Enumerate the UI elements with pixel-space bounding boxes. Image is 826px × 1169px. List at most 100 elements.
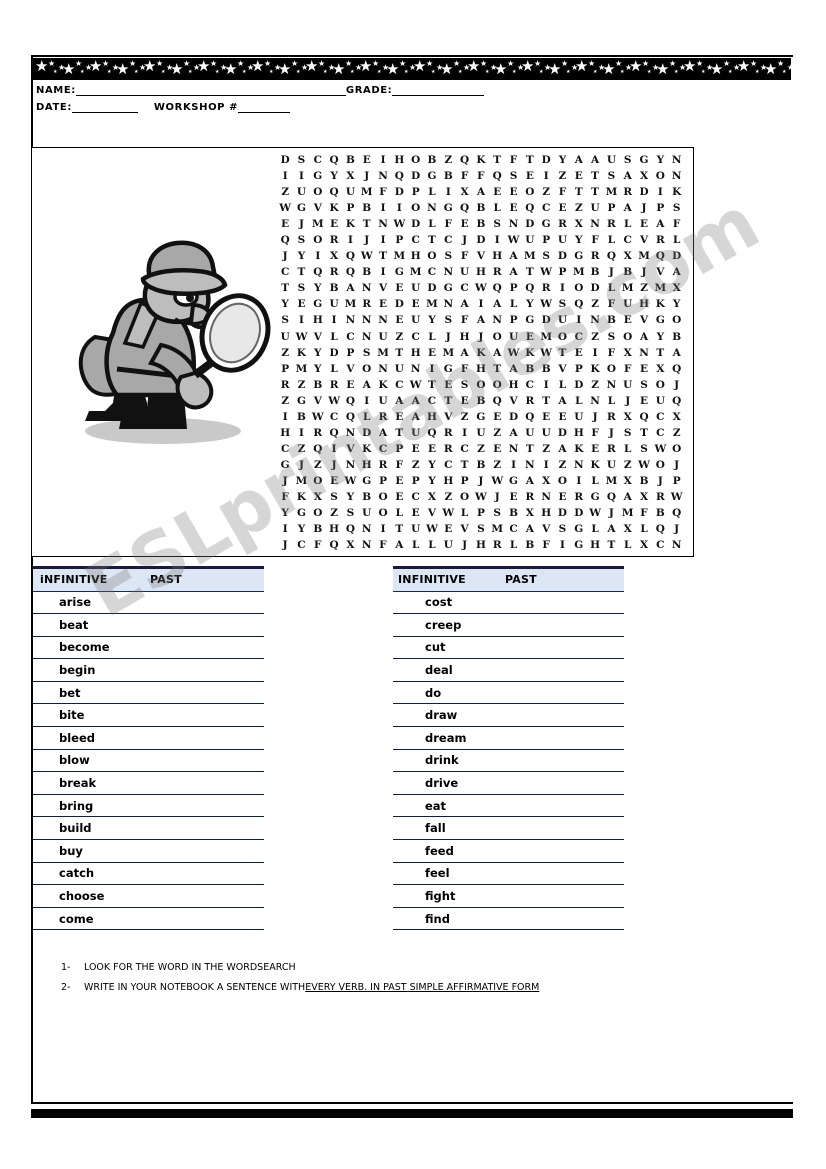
wordsearch-letter[interactable]: T	[391, 521, 407, 537]
wordsearch-letter[interactable]: Y	[571, 232, 587, 248]
wordsearch-letter[interactable]: T	[652, 345, 668, 361]
wordsearch-letter[interactable]: L	[424, 184, 440, 200]
wordsearch-letter[interactable]: V	[310, 329, 326, 345]
wordsearch-letter[interactable]: F	[603, 345, 619, 361]
wordsearch-letter[interactable]: A	[408, 409, 424, 425]
wordsearch-letter[interactable]: I	[375, 200, 391, 216]
wordsearch-letter[interactable]: D	[391, 296, 407, 312]
wordsearch-letter[interactable]: L	[326, 361, 342, 377]
wordsearch-letter[interactable]: J	[603, 505, 619, 521]
wordsearch-letter[interactable]: F	[603, 296, 619, 312]
wordsearch-letter[interactable]: A	[359, 377, 375, 393]
wordsearch-letter[interactable]: T	[391, 345, 407, 361]
wordsearch-letter[interactable]: M	[391, 248, 407, 264]
wordsearch-letter[interactable]: U	[554, 312, 570, 328]
wordsearch-letter[interactable]: I	[538, 377, 554, 393]
wordsearch-letter[interactable]: Y	[293, 248, 309, 264]
wordsearch-letter[interactable]: R	[652, 489, 668, 505]
wordsearch-letter[interactable]: E	[440, 521, 456, 537]
wordsearch-letter[interactable]: T	[359, 216, 375, 232]
wordsearch-letter[interactable]: A	[603, 521, 619, 537]
wordsearch-letter[interactable]: M	[652, 280, 668, 296]
wordsearch-letter[interactable]: E	[636, 361, 652, 377]
wordsearch-letter[interactable]: N	[587, 312, 603, 328]
wordsearch-letter[interactable]: U	[391, 361, 407, 377]
wordsearch-letter[interactable]: S	[620, 152, 636, 168]
wordsearch-letter[interactable]: X	[456, 184, 472, 200]
wordsearch-letter[interactable]: H	[408, 248, 424, 264]
wordsearch-letter[interactable]: W	[359, 248, 375, 264]
wordsearch-letter[interactable]: A	[505, 248, 521, 264]
wordsearch-letter[interactable]: Q	[669, 361, 685, 377]
wordsearch-letter[interactable]: Z	[277, 184, 293, 200]
wordsearch-letter[interactable]: E	[489, 409, 505, 425]
wordsearch-letter[interactable]: Z	[310, 457, 326, 473]
wordsearch-letter[interactable]: I	[375, 232, 391, 248]
wordsearch-letter[interactable]: N	[359, 521, 375, 537]
wordsearch-letter[interactable]: K	[375, 377, 391, 393]
wordsearch-letter[interactable]: G	[505, 473, 521, 489]
wordsearch-letter[interactable]: N	[505, 441, 521, 457]
wordsearch-letter[interactable]: R	[326, 377, 342, 393]
wordsearch-letter[interactable]: P	[342, 200, 358, 216]
wordsearch-letter[interactable]: I	[277, 168, 293, 184]
wordsearch-letter[interactable]: V	[424, 505, 440, 521]
wordsearch-letter[interactable]: F	[456, 168, 472, 184]
wordsearch-letter[interactable]: X	[669, 280, 685, 296]
wordsearch-letter[interactable]: L	[571, 393, 587, 409]
wordsearch-letter[interactable]: B	[603, 312, 619, 328]
wordsearch-letter[interactable]: Q	[489, 280, 505, 296]
wordsearch-letter[interactable]: O	[375, 505, 391, 521]
wordsearch-letter[interactable]: Q	[456, 152, 472, 168]
wordsearch-letter[interactable]: A	[620, 489, 636, 505]
wordsearch-letter[interactable]: I	[375, 521, 391, 537]
wordsearch-letter[interactable]: L	[603, 393, 619, 409]
wordsearch-letter[interactable]: D	[669, 248, 685, 264]
wordsearch-letter[interactable]: Q	[522, 409, 538, 425]
wordsearch-letter[interactable]: H	[277, 425, 293, 441]
wordsearch-letter[interactable]: G	[571, 521, 587, 537]
wordsearch-letter[interactable]: K	[587, 361, 603, 377]
wordsearch-letter[interactable]: N	[440, 296, 456, 312]
wordsearch-letter[interactable]: L	[391, 505, 407, 521]
wordsearch-letter[interactable]: X	[571, 216, 587, 232]
wordsearch-letter[interactable]: B	[310, 377, 326, 393]
wordsearch-letter[interactable]: K	[293, 345, 309, 361]
wordsearch-letter[interactable]: U	[456, 264, 472, 280]
wordsearch-letter[interactable]: F	[473, 168, 489, 184]
wordsearch-letter[interactable]: H	[408, 345, 424, 361]
wordsearch-letter[interactable]: X	[620, 345, 636, 361]
wordsearch-letter[interactable]: O	[489, 329, 505, 345]
wordsearch-letter[interactable]: J	[603, 425, 619, 441]
wordsearch-letter[interactable]: K	[473, 345, 489, 361]
wordsearch-letter[interactable]: J	[277, 473, 293, 489]
wordsearch-letter[interactable]: S	[636, 377, 652, 393]
wordsearch-letter[interactable]: U	[522, 232, 538, 248]
wordsearch-letter[interactable]: K	[359, 441, 375, 457]
wordsearch-letter[interactable]: A	[489, 296, 505, 312]
wordsearch-letter[interactable]: M	[603, 184, 619, 200]
wordsearch-letter[interactable]: G	[277, 457, 293, 473]
wordsearch-letter[interactable]: D	[587, 280, 603, 296]
wordsearch-letter[interactable]: L	[669, 232, 685, 248]
wordsearch-letter[interactable]: O	[375, 489, 391, 505]
wordsearch-letter[interactable]: A	[522, 473, 538, 489]
wordsearch-letter[interactable]: I	[554, 280, 570, 296]
wordsearch-letter[interactable]: Q	[326, 537, 342, 553]
wordsearch-letter[interactable]: A	[669, 345, 685, 361]
wordsearch-letter[interactable]: N	[440, 264, 456, 280]
wordsearch-letter[interactable]: F	[375, 537, 391, 553]
wordsearch-letter[interactable]: Z	[587, 329, 603, 345]
wordsearch-letter[interactable]: G	[571, 537, 587, 553]
wordsearch-letter[interactable]: F	[456, 248, 472, 264]
wordsearch-letter[interactable]: M	[522, 248, 538, 264]
wordsearch-letter[interactable]: C	[277, 264, 293, 280]
wordsearch-letter[interactable]: C	[408, 329, 424, 345]
wordsearch-letter[interactable]: D	[391, 184, 407, 200]
wordsearch-letter[interactable]: S	[440, 248, 456, 264]
wordsearch-letter[interactable]: G	[310, 168, 326, 184]
wordsearch-letter[interactable]: C	[408, 232, 424, 248]
wordsearch-letter[interactable]: I	[293, 425, 309, 441]
wordsearch-letter[interactable]: L	[489, 200, 505, 216]
wordsearch-letter[interactable]: F	[587, 232, 603, 248]
